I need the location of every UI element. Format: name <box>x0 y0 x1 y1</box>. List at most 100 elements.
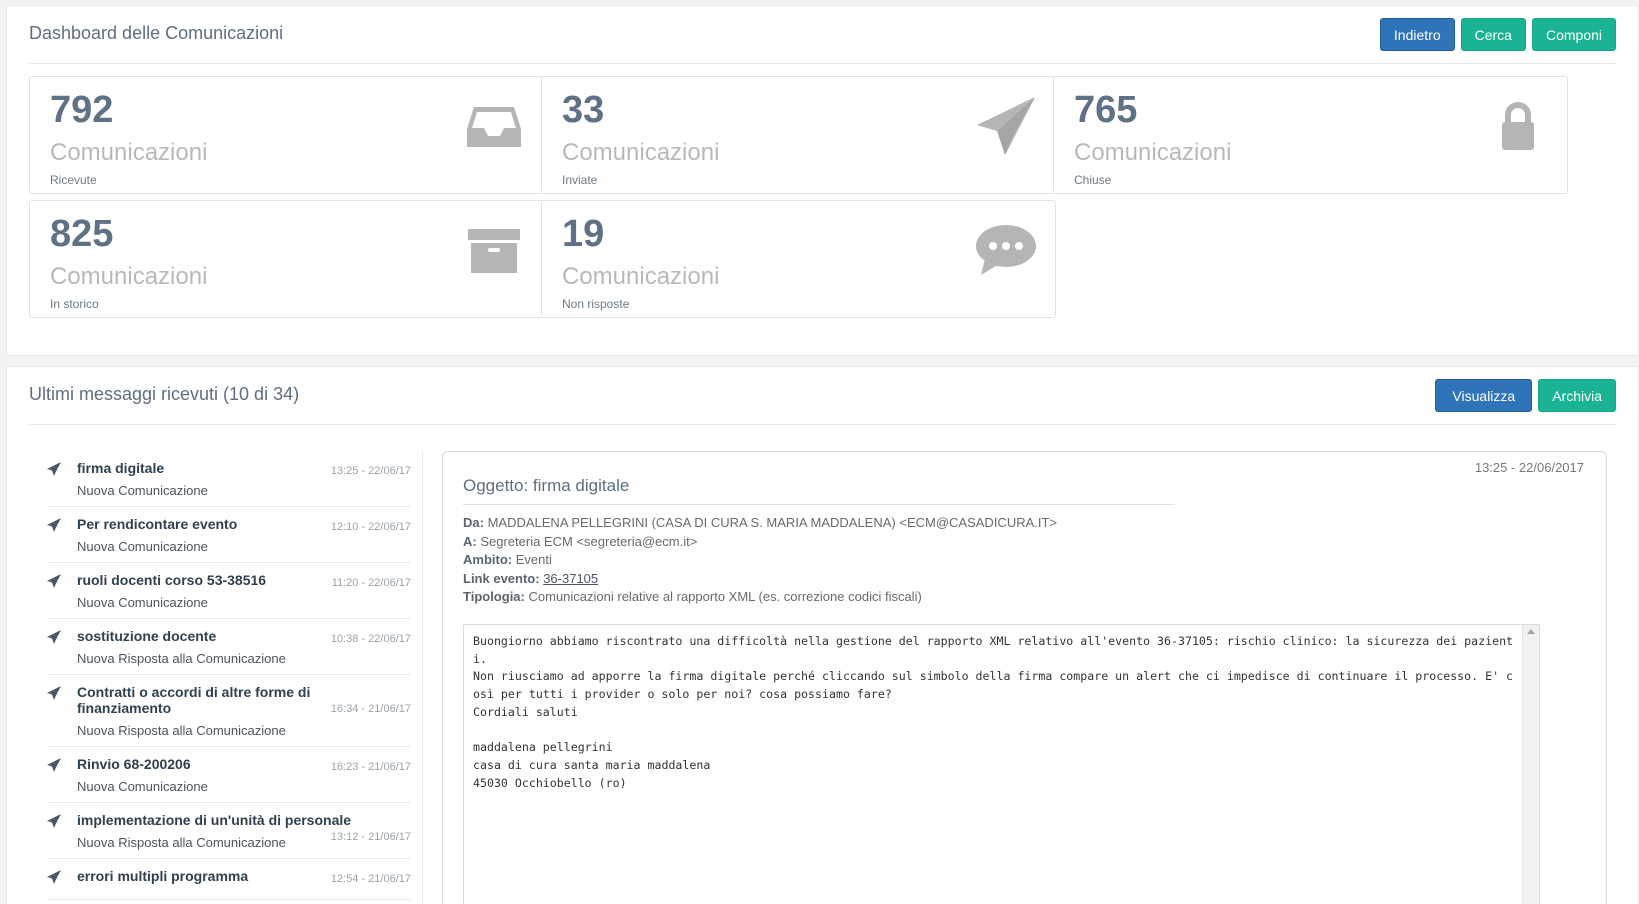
search-button[interactable]: Cerca <box>1460 18 1526 51</box>
list-item[interactable]: 11:20 - 22/06/17 ruoli docenti corso 53-… <box>47 563 411 619</box>
back-button[interactable]: Indietro <box>1379 18 1455 51</box>
paper-plane-icon <box>47 462 61 476</box>
stat-count: 33 <box>562 89 605 131</box>
meta-type-value: Comunicazioni relative al rapporto XML (… <box>528 589 922 604</box>
stat-sub: Ricevute <box>50 173 97 187</box>
message-time: 16:23 - 21/06/17 <box>330 761 411 773</box>
inbox-icon <box>467 107 521 147</box>
meta-from-label: Da: <box>463 515 484 530</box>
meta-to-label: A: <box>463 533 477 549</box>
message-title: Rinvio 68-200206 <box>77 756 191 772</box>
list-item[interactable]: 12:10 - 22/06/17 Per rendicontare evento… <box>47 507 411 563</box>
paper-plane-icon <box>47 814 61 828</box>
chat-bubble-icon <box>976 225 1036 275</box>
message-detail: 13:25 - 22/06/2017 Oggetto: firma digita… <box>442 451 1607 904</box>
stat-sub: Inviate <box>562 173 598 187</box>
list-item[interactable]: 10:38 - 22/06/17 sostituzione docente Nu… <box>47 619 411 675</box>
message-subtitle: Nuova Comunicazione <box>77 779 208 794</box>
scroll-up-arrow-icon[interactable] <box>1527 629 1535 634</box>
meta-type-label: Tipologia: <box>463 589 525 604</box>
stat-count: 765 <box>1074 89 1138 131</box>
list-item[interactable]: 16:34 - 21/06/17 Contratti o accordi di … <box>47 675 411 747</box>
stat-sub: Chiuse <box>1074 173 1112 187</box>
messages-header: Ultimi messaggi ricevuti (10 di 34) Visu… <box>29 367 1616 425</box>
stat-card-unanswered[interactable]: 19 Comunicazioni Non risposte <box>541 200 1056 318</box>
stat-card-archived[interactable]: 825 Comunicazioni In storico <box>29 200 544 318</box>
list-item[interactable]: 12:54 - 21/06/17 errori multipli program… <box>47 859 411 900</box>
stat-label: Comunicazioni <box>1074 139 1232 166</box>
stat-card-sent[interactable]: 33 Comunicazioni Inviate <box>541 76 1056 194</box>
paper-plane-icon <box>47 758 61 772</box>
stat-label: Comunicazioni <box>562 139 720 166</box>
stat-label: Comunicazioni <box>50 263 208 290</box>
message-subtitle: Nuova Comunicazione <box>77 539 208 554</box>
meta-type: Tipologia: Comunicazioni relative al rap… <box>463 588 1057 607</box>
stat-label: Comunicazioni <box>50 139 208 166</box>
message-time: 13:12 - 21/06/17 <box>330 831 411 843</box>
dashboard-panel: Dashboard delle Comunicazioni Indietro C… <box>6 5 1639 356</box>
stat-label: Comunicazioni <box>562 263 720 290</box>
list-item[interactable]: 13:25 - 22/06/17 firma digitale Nuova Co… <box>47 451 411 507</box>
message-title: firma digitale <box>77 460 165 476</box>
message-time: 10:38 - 22/06/17 <box>330 633 411 645</box>
message-title: Per rendicontare evento <box>77 516 238 532</box>
message-title: sostituzione docente <box>77 628 217 644</box>
paper-plane-icon <box>47 870 61 884</box>
message-subtitle: Nuova Comunicazione <box>77 595 208 610</box>
paper-plane-icon <box>47 574 61 588</box>
message-list[interactable]: 13:25 - 22/06/17 firma digitale Nuova Co… <box>39 451 423 904</box>
meta-event: Link evento: 36-37105 <box>463 570 1057 589</box>
meta-scope-value: Eventi <box>515 552 552 567</box>
list-item[interactable]: 16:23 - 21/06/17 Rinvio 68-200206 Nuova … <box>47 747 411 803</box>
paper-plane-icon <box>47 518 61 532</box>
meta-to-value: Segreteria ECM <segreteria@ecm.it> <box>480 533 698 549</box>
message-time: 11:20 - 22/06/17 <box>331 577 411 589</box>
archive-icon <box>468 229 520 273</box>
event-link[interactable]: 36-37105 <box>543 571 598 586</box>
dashboard-header: Dashboard delle Comunicazioni Indietro C… <box>29 6 1616 64</box>
message-title: implementazione di un'unità di personale <box>77 812 352 828</box>
message-title: ruoli docenti corso 53-38516 <box>77 572 267 588</box>
list-item[interactable]: 13:12 - 21/06/17 implementazione di un'u… <box>47 803 411 859</box>
paper-plane-icon <box>47 686 61 700</box>
meta-to: A: Segreteria ECM <segreteria@ecm.it> <box>463 533 1057 552</box>
message-time: 13:25 - 22/06/17 <box>330 465 411 477</box>
compose-button[interactable]: Componi <box>1531 18 1616 51</box>
stat-sub: Non risposte <box>562 297 630 311</box>
view-button[interactable]: Visualizza <box>1435 379 1533 412</box>
message-time: 12:10 - 22/06/17 <box>330 521 411 533</box>
messages-panel: Ultimi messaggi ricevuti (10 di 34) Visu… <box>6 366 1639 904</box>
meta-scope-label: Ambito: <box>463 552 513 567</box>
detail-meta: Da: MADDALENA PELLEGRINI (CASA DI CURA S… <box>463 514 1057 607</box>
dashboard-actions: Indietro Cerca Componi <box>1379 18 1616 51</box>
message-time: 16:34 - 21/06/17 <box>330 703 411 715</box>
paper-plane-icon <box>47 630 61 644</box>
detail-subject: Oggetto: firma digitale <box>463 476 630 495</box>
meta-event-label: Link evento: <box>463 570 540 586</box>
message-time: 12:54 - 21/06/17 <box>330 873 411 885</box>
stat-count: 825 <box>50 213 114 255</box>
message-subtitle: Nuova Risposta alla Comunicazione <box>77 651 286 666</box>
archive-button[interactable]: Archivia <box>1538 379 1616 412</box>
message-subtitle: Nuova Risposta alla Comunicazione <box>77 723 286 738</box>
stat-count: 19 <box>562 213 605 255</box>
message-title: Contratti o accordi di altre forme di fi… <box>77 684 311 716</box>
message-title: errori multipli programma <box>77 868 249 884</box>
stat-count: 792 <box>50 89 114 131</box>
message-subtitle: Nuova Comunicazione <box>77 483 208 498</box>
lock-icon <box>1502 102 1534 150</box>
meta-scope: Ambito: Eventi <box>463 551 1057 570</box>
meta-from: Da: MADDALENA PELLEGRINI (CASA DI CURA S… <box>463 514 1057 533</box>
stat-card-closed[interactable]: 765 Comunicazioni Chiuse <box>1053 76 1568 194</box>
message-body-textarea[interactable]: Buongiorno abbiamo riscontrato una diffi… <box>463 624 1540 904</box>
stat-card-received[interactable]: 792 Comunicazioni Ricevute <box>29 76 544 194</box>
detail-date: 13:25 - 22/06/2017 <box>1474 460 1584 475</box>
messages-actions: Visualizza Archivia <box>1435 379 1616 412</box>
scrollbar[interactable] <box>1522 625 1539 904</box>
divider <box>463 504 1175 505</box>
messages-title: Ultimi messaggi ricevuti (10 di 34) <box>29 384 300 404</box>
meta-from-value: MADDALENA PELLEGRINI (CASA DI CURA S. MA… <box>487 515 1058 530</box>
paper-plane-icon <box>977 97 1035 155</box>
message-body: Buongiorno abbiamo riscontrato una diffi… <box>473 634 1514 790</box>
page-title: Dashboard delle Comunicazioni <box>29 23 284 43</box>
